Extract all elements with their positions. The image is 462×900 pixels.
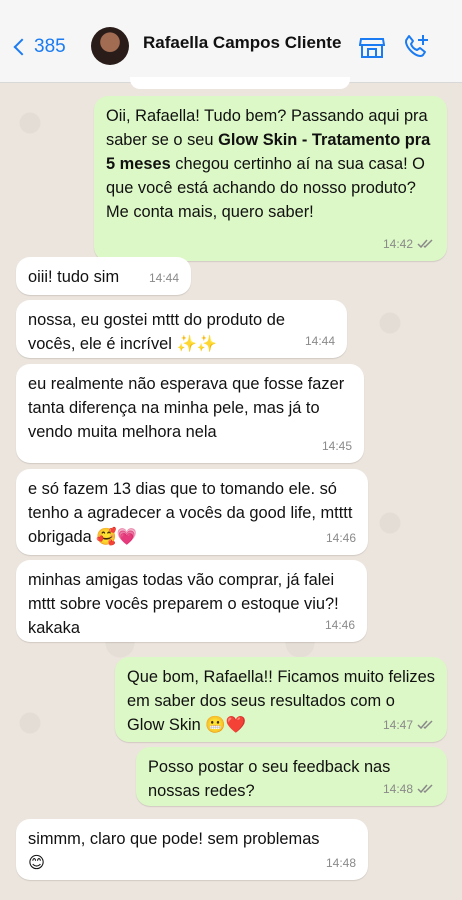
chevron-left-icon (13, 38, 31, 56)
message-text: simmm, claro que pode! sem problemas 😊 (28, 830, 325, 872)
back-button[interactable]: 385 (12, 36, 66, 58)
store-icon[interactable] (359, 37, 385, 59)
double-check-icon (417, 784, 433, 794)
chat-header: 385 Rafaella Campos Cliente (0, 0, 462, 83)
message-text: minhas amigas todas vão comprar, já fale… (28, 571, 344, 637)
message-time: 14:44 (304, 334, 335, 348)
message-time: 14:42 (382, 237, 413, 251)
message-time: 14:46 (325, 531, 356, 545)
unread-count: 385 (34, 36, 66, 57)
chat-area[interactable]: Oii, Rafaella! Tudo bem? Passando aqui p… (0, 77, 462, 900)
message-text: Posso postar o seu feedback nas nossas r… (148, 758, 395, 800)
message-incoming[interactable]: nossa, eu gostei mttt do produto de você… (16, 300, 347, 358)
message-time: 14:44 (148, 271, 179, 285)
message-time: 14:48 (382, 782, 413, 796)
message-incoming[interactable]: minhas amigas todas vão comprar, já fale… (16, 560, 367, 642)
avatar[interactable] (91, 27, 129, 65)
message-time: 14:46 (324, 618, 355, 632)
message-outgoing[interactable]: Posso postar o seu feedback nas nossas r… (136, 747, 447, 806)
message-text: nossa, eu gostei mttt do produto de você… (28, 311, 290, 353)
message-outgoing[interactable]: Que bom, Rafaella!! Ficamos muito felize… (115, 657, 447, 742)
message-time: 14:45 (321, 439, 352, 453)
call-plus-icon[interactable] (401, 33, 431, 61)
contact-name[interactable]: Rafaella Campos Cliente (143, 33, 341, 53)
message-incoming[interactable]: eu realmente não esperava que fosse faze… (16, 364, 364, 463)
message-text: eu realmente não esperava que fosse faze… (28, 375, 349, 441)
double-check-icon (417, 720, 433, 730)
message-meta: 14:48 (383, 777, 435, 801)
message-time: 14:48 (325, 856, 356, 870)
message-outgoing[interactable]: Oii, Rafaella! Tudo bem? Passando aqui p… (94, 96, 447, 261)
previous-message-edge (130, 77, 350, 89)
message-incoming[interactable]: simmm, claro que pode! sem problemas 😊 1… (16, 819, 368, 880)
message-text: e só fazem 13 dias que to tomando ele. s… (28, 480, 357, 546)
message-incoming[interactable]: e só fazem 13 dias que to tomando ele. s… (16, 469, 368, 555)
message-meta: 14:47 (383, 713, 435, 737)
double-check-icon (417, 239, 433, 249)
message-meta: 14:42 (383, 232, 435, 256)
message-incoming[interactable]: oiii! tudo sim 14:44 (16, 257, 191, 295)
message-time: 14:47 (382, 718, 413, 732)
